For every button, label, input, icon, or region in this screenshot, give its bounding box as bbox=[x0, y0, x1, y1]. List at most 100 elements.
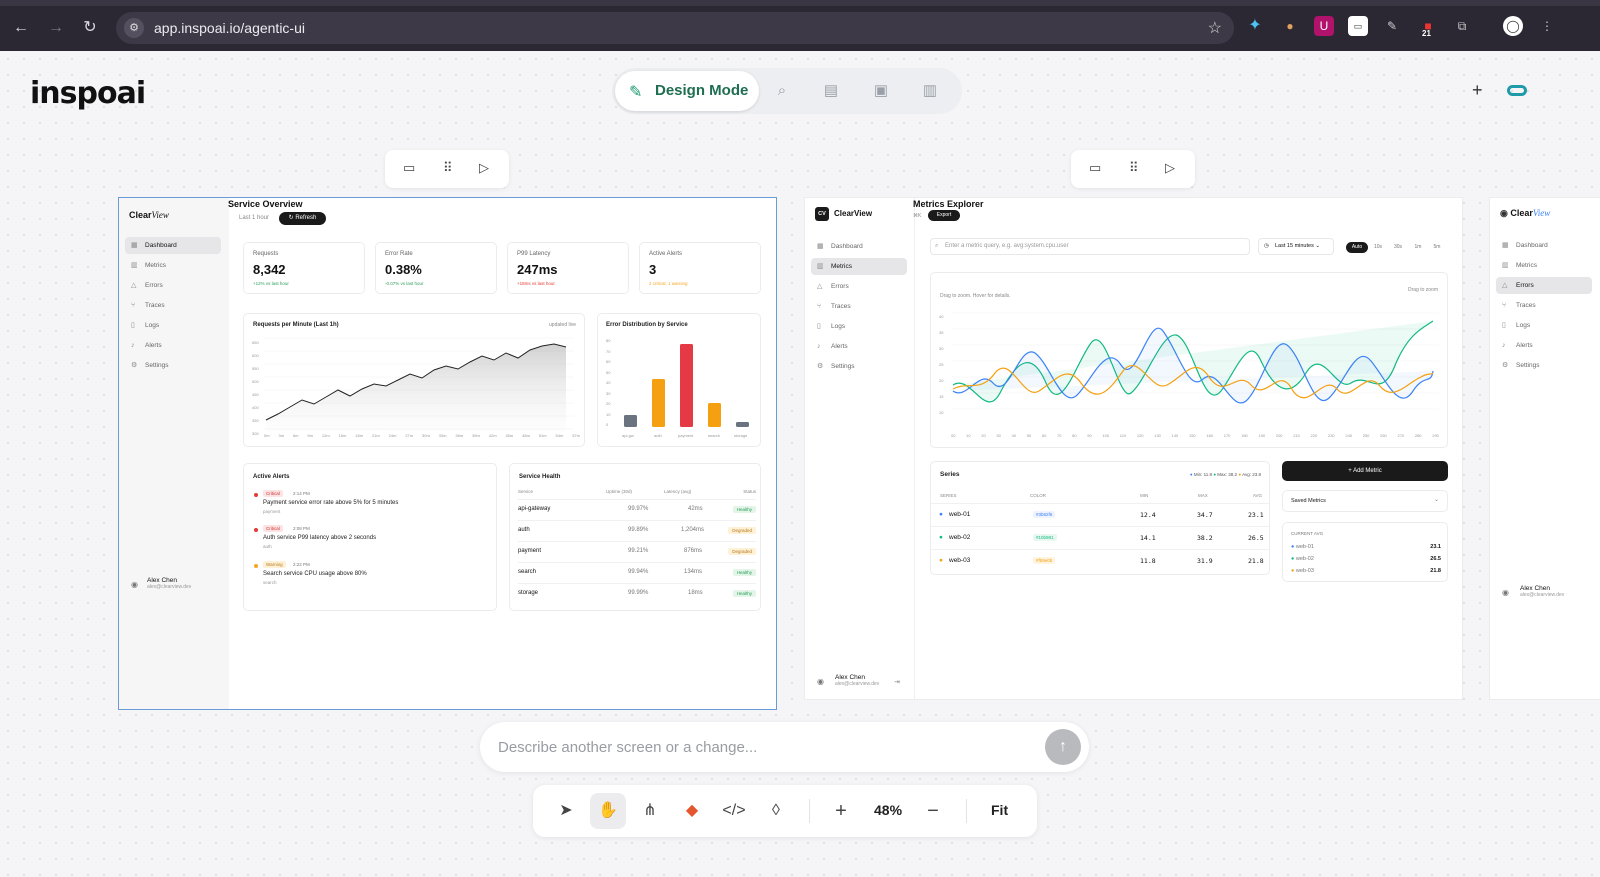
layout-icon[interactable]: ▤ bbox=[822, 82, 840, 100]
refresh-button[interactable]: ↻ Refresh bbox=[279, 212, 326, 225]
prompt-input[interactable] bbox=[498, 734, 1038, 760]
series-row[interactable]: ● web-02 #10b981 14.1 38.2 26.5 bbox=[930, 526, 1270, 548]
user-profile[interactable]: ◉ Alex Chen alex@clearview.dev bbox=[131, 577, 191, 590]
shield-extension-icon[interactable]: U bbox=[1314, 16, 1334, 36]
nav-metrics[interactable]: ▥ Metrics bbox=[1496, 257, 1592, 274]
address-bar[interactable]: ⚙ app.inspoai.io/agentic-ui ☆ bbox=[116, 12, 1234, 44]
nav-errors[interactable]: △ Errors bbox=[811, 278, 907, 295]
screen-errors-partial[interactable]: ◉ ClearView ▦ Dashboard ▥ Metrics △ Errors … bbox=[1490, 198, 1600, 699]
saved-metrics-dropdown[interactable]: Saved Metrics ⌄ bbox=[1282, 490, 1448, 512]
tab-strip bbox=[0, 0, 1600, 6]
search-icon[interactable]: ⌕ bbox=[773, 82, 791, 100]
user-profile[interactable]: ◉ Alex Chen alex@clearview.dev bbox=[1502, 585, 1564, 598]
profile-avatar[interactable]: ◯ bbox=[1503, 16, 1523, 36]
nav-dashboard[interactable]: ▦ Dashboard bbox=[125, 237, 221, 254]
drag-handle-icon[interactable]: ⠿ bbox=[443, 160, 453, 176]
nav-alerts[interactable]: ♪ Alerts bbox=[125, 337, 221, 354]
nav-dashboard[interactable]: ▦ Dashboard bbox=[811, 238, 907, 255]
nav-alerts[interactable]: ♪ Alerts bbox=[811, 338, 907, 355]
nav-settings[interactable]: ⚙ Settings bbox=[1496, 357, 1592, 374]
export-button[interactable]: Export bbox=[928, 210, 960, 221]
series-row[interactable]: ● web-03 #f59e0b 11.8 31.9 21.8 bbox=[930, 549, 1270, 571]
nav-alerts[interactable]: ♪ Alerts bbox=[1496, 337, 1592, 354]
link-toggle-icon[interactable] bbox=[1507, 85, 1527, 96]
cookie-extension-icon[interactable]: ● bbox=[1280, 16, 1300, 36]
time-range-select[interactable]: ◷ Last 15 minutes ⌄ bbox=[1258, 238, 1334, 255]
nav-logs[interactable]: ▯ Logs bbox=[1496, 317, 1592, 334]
nav-settings[interactable]: ⚙ Settings bbox=[125, 357, 221, 374]
health-row[interactable]: search 99.94% 134ms Healthy bbox=[518, 562, 756, 582]
hand-pan-icon[interactable]: ✋ bbox=[590, 793, 626, 829]
bookmark-star-icon[interactable]: ☆ bbox=[1208, 18, 1222, 38]
nav-metrics[interactable]: ▥ Metrics bbox=[125, 257, 221, 274]
active-alerts-card: Active Alerts Critical 2:14 PM Payment s… bbox=[243, 463, 497, 611]
nav-errors[interactable]: △ Errors bbox=[1496, 277, 1592, 294]
pen-extension-icon[interactable]: ✎ bbox=[1382, 16, 1402, 36]
nav-metrics[interactable]: ▥ Metrics bbox=[811, 258, 907, 275]
chip-10s[interactable]: 10s bbox=[1370, 242, 1386, 253]
desktop-icon[interactable]: ▭ bbox=[403, 160, 415, 176]
zoom-out-icon[interactable]: − bbox=[915, 793, 951, 829]
inspoai-logo[interactable]: inspoai bbox=[30, 76, 146, 111]
ai-icon[interactable]: ▣ bbox=[872, 82, 890, 100]
select-cursor-icon[interactable]: ➤ bbox=[548, 793, 584, 829]
theme-drop-icon[interactable]: ◊ bbox=[758, 793, 794, 829]
nav-traces[interactable]: ⑂ Traces bbox=[1496, 297, 1592, 314]
nav-logs[interactable]: ▯ Logs bbox=[125, 317, 221, 334]
error-bar-chart[interactable] bbox=[598, 314, 762, 448]
rpm-line-chart[interactable] bbox=[244, 314, 586, 448]
browser-chrome: ← → ↻ ⚙ app.inspoai.io/agentic-ui ☆ ✦ ● … bbox=[0, 0, 1600, 51]
time-range-label[interactable]: Last 1 hour bbox=[239, 215, 269, 221]
health-row[interactable]: storage 99.99% 18ms Healthy bbox=[518, 583, 756, 603]
nav-traces[interactable]: ⑂ Traces bbox=[811, 298, 907, 315]
bottom-toolbar: ➤ ✋ ⋔ ◆ </> ◊ + 48% − Fit bbox=[533, 785, 1037, 837]
user-profile[interactable]: ◉ Alex Chen alex@clearview.dev bbox=[817, 674, 879, 687]
share-icon[interactable]: ⋔ bbox=[632, 793, 668, 829]
health-row[interactable]: payment 99.21% 876ms Degraded bbox=[518, 541, 756, 561]
logout-icon[interactable]: ⇥ bbox=[894, 678, 900, 686]
label-api-gateway: api-gw bbox=[622, 433, 634, 438]
chip-1m[interactable]: 1m bbox=[1410, 242, 1426, 253]
metrics-line-chart[interactable] bbox=[931, 273, 1449, 449]
figma-icon[interactable]: ◆ bbox=[674, 793, 710, 829]
divider bbox=[966, 799, 967, 823]
nav-logs[interactable]: ▯ Logs bbox=[811, 318, 907, 335]
trash-icon[interactable]: ▥ bbox=[921, 82, 939, 100]
browser-menu-icon[interactable]: ⋮ bbox=[1537, 16, 1557, 36]
back-icon[interactable]: ← bbox=[10, 17, 32, 39]
extensions-puzzle-icon[interactable]: ⧉ bbox=[1452, 16, 1472, 36]
add-metric-button[interactable]: + Add Metric bbox=[1282, 461, 1448, 481]
screen-extension-icon[interactable]: ▭ bbox=[1348, 16, 1368, 36]
play-icon[interactable]: ▷ bbox=[479, 160, 489, 176]
forward-icon[interactable]: → bbox=[45, 17, 67, 39]
nav-traces[interactable]: ⑂ Traces bbox=[125, 297, 221, 314]
health-row[interactable]: api-gateway 99.97% 42ms Healthy bbox=[518, 499, 756, 519]
reload-icon[interactable]: ↻ bbox=[79, 17, 101, 39]
screen-metrics-explorer[interactable]: CV ClearView ▦ Dashboard ▥ Metrics △ Errors… bbox=[805, 198, 1462, 699]
service-health-card: Service Health Service Uptime (30d) Late… bbox=[509, 463, 761, 611]
send-arrow-icon[interactable]: ↑ bbox=[1045, 729, 1081, 765]
screen-service-overview[interactable]: ClearView ▦ Dashboard ▥ Metrics △ Errors ⑂ T… bbox=[118, 197, 777, 710]
bar-payment bbox=[680, 344, 693, 427]
nav-settings[interactable]: ⚙ Settings bbox=[811, 358, 907, 375]
metric-query-input[interactable]: ⌕ Enter a metric query, e.g. avg:system.c… bbox=[930, 238, 1250, 255]
chip-5m[interactable]: 5m bbox=[1429, 242, 1445, 253]
add-icon[interactable]: + bbox=[1472, 80, 1483, 101]
design-mode-button[interactable]: ✎ Design Mode bbox=[615, 71, 759, 111]
play-icon[interactable]: ▷ bbox=[1165, 160, 1175, 176]
code-icon[interactable]: </> bbox=[716, 793, 752, 829]
drag-handle-icon[interactable]: ⠿ bbox=[1129, 160, 1139, 176]
series-row[interactable]: ● web-01 #3b82f6 12.4 34.7 23.1 bbox=[930, 503, 1270, 525]
frame1-toolbar: ▭ ⠿ ▷ bbox=[385, 150, 509, 188]
nav-dashboard[interactable]: ▦ Dashboard bbox=[1496, 237, 1592, 254]
fit-button[interactable]: Fit bbox=[991, 802, 1008, 818]
chip-30s[interactable]: 30s bbox=[1390, 242, 1406, 253]
chip-auto[interactable]: Auto bbox=[1346, 242, 1368, 253]
url-text: app.inspoai.io/agentic-ui bbox=[154, 20, 305, 36]
site-settings-icon[interactable]: ⚙ bbox=[124, 18, 144, 38]
gemini-icon[interactable]: ✦ bbox=[1245, 16, 1265, 36]
nav-errors[interactable]: △ Errors bbox=[125, 277, 221, 294]
desktop-icon[interactable]: ▭ bbox=[1089, 160, 1101, 176]
health-row[interactable]: auth 99.89% 1,204ms Degraded bbox=[518, 520, 756, 540]
zoom-in-icon[interactable]: + bbox=[823, 793, 859, 829]
